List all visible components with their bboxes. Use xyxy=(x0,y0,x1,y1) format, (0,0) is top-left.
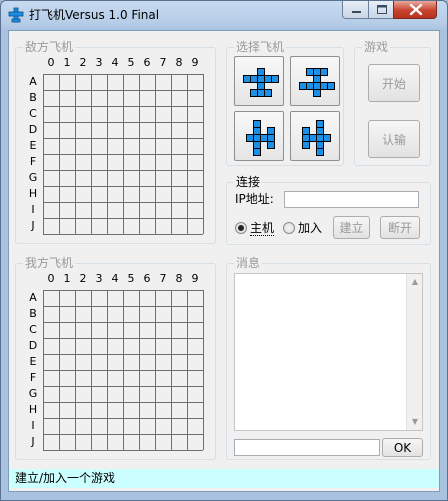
scroll-up-icon[interactable]: ▲ xyxy=(407,274,423,290)
plane-left-icon xyxy=(246,120,275,156)
my-grid[interactable]: 0123456789ABCDEFGHIJ xyxy=(16,264,217,461)
connection-title: 连接 xyxy=(234,175,263,189)
host-radio[interactable] xyxy=(235,222,247,234)
plane-down-icon xyxy=(299,68,335,97)
ok-button[interactable]: OK xyxy=(382,438,423,457)
game-title: 游戏 xyxy=(362,40,391,54)
plane-left-button[interactable] xyxy=(234,111,284,161)
close-icon xyxy=(409,3,423,16)
connection-group: 连接 IP地址: 主机 加入 建立 断开 xyxy=(226,175,431,245)
maximize-icon xyxy=(377,5,387,14)
message-input[interactable] xyxy=(234,439,380,456)
app-plane-icon xyxy=(8,7,24,23)
ip-label: IP地址: xyxy=(235,192,274,206)
app-window: 打飞机Versus 1.0 Final 敌方飞机 0123456789ABCDE… xyxy=(0,0,448,501)
plane-right-icon xyxy=(302,120,331,156)
plane-select-title: 选择飞机 xyxy=(234,40,287,54)
plane-right-button[interactable] xyxy=(290,111,340,161)
build-button[interactable]: 建立 xyxy=(333,216,370,239)
disconnect-button[interactable]: 断开 xyxy=(380,216,420,239)
grid-lines xyxy=(43,74,204,235)
join-label[interactable]: 加入 xyxy=(298,221,322,235)
scroll-down-icon[interactable]: ▼ xyxy=(407,414,423,430)
minimize-icon xyxy=(352,11,361,13)
plane-up-icon xyxy=(243,68,279,97)
messages-title: 消息 xyxy=(234,256,263,270)
minimize-button[interactable] xyxy=(342,1,369,19)
messages-group: 消息 ▲ ▼ OK xyxy=(226,256,431,460)
enemy-board-group: 敌方飞机 0123456789ABCDEFGHIJ xyxy=(15,40,217,245)
ip-input[interactable] xyxy=(284,191,419,208)
plane-up-button[interactable] xyxy=(234,56,284,106)
host-label[interactable]: 主机 xyxy=(250,221,275,236)
game-group: 游戏 开始 认输 xyxy=(354,40,431,166)
maximize-button[interactable] xyxy=(368,1,394,19)
message-scrollbar[interactable]: ▲ ▼ xyxy=(406,274,422,430)
title-bar[interactable]: 打飞机Versus 1.0 Final xyxy=(1,1,447,27)
grid-lines xyxy=(43,290,204,451)
message-log[interactable]: ▲ ▼ xyxy=(234,273,423,431)
surrender-button[interactable]: 认输 xyxy=(368,120,420,158)
enemy-grid[interactable]: 0123456789ABCDEFGHIJ xyxy=(16,48,217,245)
status-text: 建立/加入一个游戏 xyxy=(15,471,116,485)
start-button[interactable]: 开始 xyxy=(368,64,420,102)
status-bar: 建立/加入一个游戏 xyxy=(9,469,439,488)
client-area: 敌方飞机 0123456789ABCDEFGHIJ 选择飞机 游戏 开始 认输 xyxy=(8,30,440,492)
my-board-group: 我方飞机 0123456789ABCDEFGHIJ xyxy=(15,256,217,461)
plane-select-group: 选择飞机 xyxy=(226,40,344,166)
join-radio[interactable] xyxy=(283,222,295,234)
window-title: 打飞机Versus 1.0 Final xyxy=(29,8,160,22)
plane-down-button[interactable] xyxy=(290,56,340,106)
close-button[interactable] xyxy=(393,1,437,19)
